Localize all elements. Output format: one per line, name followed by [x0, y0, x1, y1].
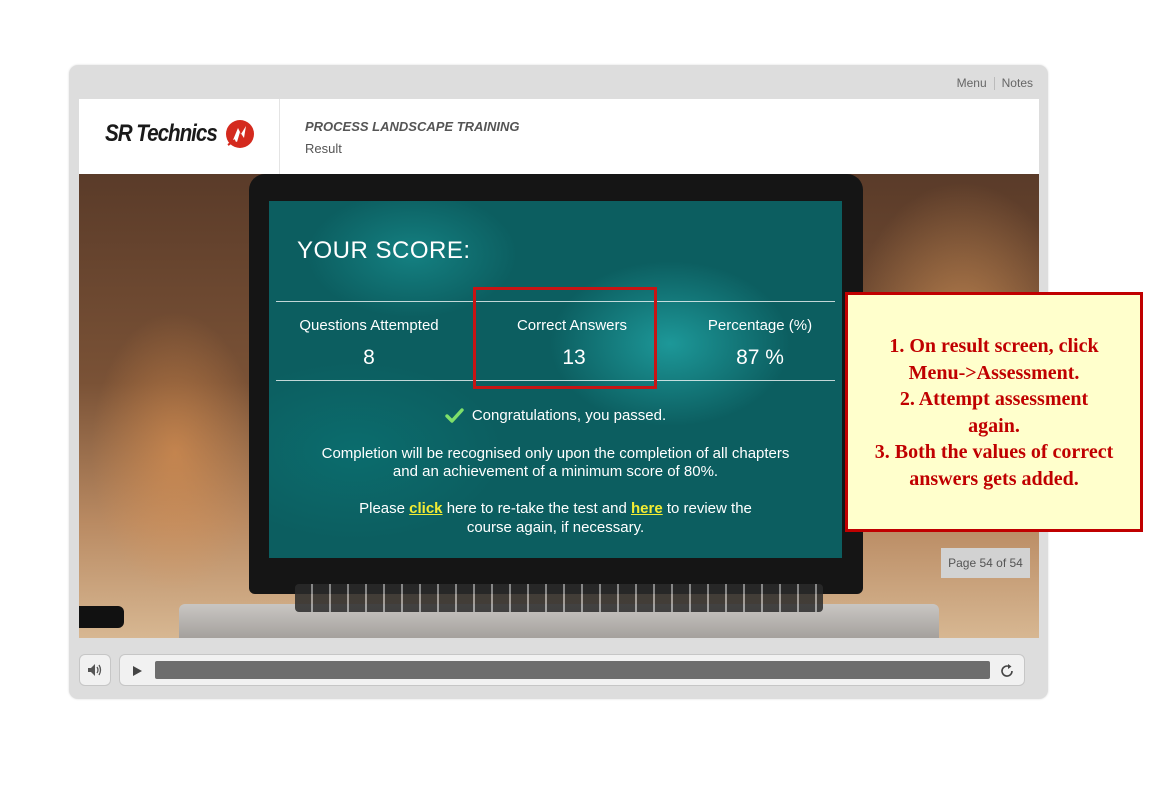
logo-text: SR Technics	[105, 120, 218, 147]
retake-text-mid: here to re-take the test and	[442, 500, 631, 517]
callout-line: answers gets added.	[909, 467, 1079, 490]
play-button[interactable]	[128, 662, 146, 680]
retake-line-1: Please click here to re-take the test an…	[309, 499, 802, 518]
completion-line-2: and an achievement of a minimum score of…	[392, 463, 719, 480]
review-here-link[interactable]: here	[631, 500, 663, 517]
retake-click-link[interactable]: click	[409, 500, 442, 517]
course-header: SR Technics PROCESS LANDSCAPE TRAINING R…	[79, 99, 1039, 174]
correct-answers-highlight-box	[473, 287, 657, 389]
questions-attempted-value: 8	[363, 346, 375, 369]
passed-text: Congratulations, you passed.	[471, 407, 667, 424]
questions-attempted-label: Questions Attempted	[299, 317, 439, 334]
seek-bar-container	[119, 654, 1025, 686]
percentage-label: Percentage (%)	[707, 317, 813, 334]
percentage-value: 87 %	[736, 346, 784, 369]
course-title: PROCESS LANDSCAPE TRAINING	[305, 119, 520, 134]
retake-note: Please click here to re-take the test an…	[309, 499, 802, 537]
replay-icon	[1001, 664, 1013, 677]
volume-button[interactable]	[79, 654, 111, 686]
completion-line-1: Completion will be recognised only upon …	[321, 445, 790, 462]
playback-controls	[79, 654, 1025, 686]
check-icon	[445, 408, 464, 423]
menu-link[interactable]: Menu	[957, 76, 987, 90]
phone-decor	[79, 606, 124, 628]
sr-technics-logo-mark-icon	[226, 120, 254, 148]
nav-divider	[993, 76, 995, 90]
score-title: YOUR SCORE:	[297, 237, 471, 264]
retake-line-2: course again, if necessary.	[466, 519, 645, 536]
retake-text-pre: Please	[359, 500, 410, 517]
callout-line: 2. Attempt assessment	[899, 388, 1089, 410]
completion-note: Completion will be recognised only upon …	[309, 445, 802, 481]
passed-message: Congratulations, you passed.	[269, 407, 842, 424]
callout-line: again.	[968, 414, 1020, 437]
seek-track[interactable]	[155, 661, 990, 679]
callout-line: 1. On result screen, click	[889, 335, 1099, 357]
logo: SR Technics	[79, 99, 280, 174]
page-counter: Page 54 of 54	[941, 548, 1030, 578]
callout-line: Menu->Assessment.	[908, 361, 1080, 384]
play-icon	[133, 666, 142, 676]
retake-text-post: to review the	[662, 500, 752, 517]
top-nav: Menu Notes	[957, 76, 1033, 90]
annotation-callout: 1. On result screen, click Menu->Assessm…	[845, 292, 1143, 532]
laptop-keyboard	[295, 584, 823, 612]
callout-line: 3. Both the values of correct	[874, 441, 1114, 463]
page-name: Result	[305, 141, 342, 156]
speaker-icon	[88, 664, 102, 676]
replay-button[interactable]	[997, 661, 1017, 681]
notes-link[interactable]: Notes	[1002, 76, 1033, 90]
